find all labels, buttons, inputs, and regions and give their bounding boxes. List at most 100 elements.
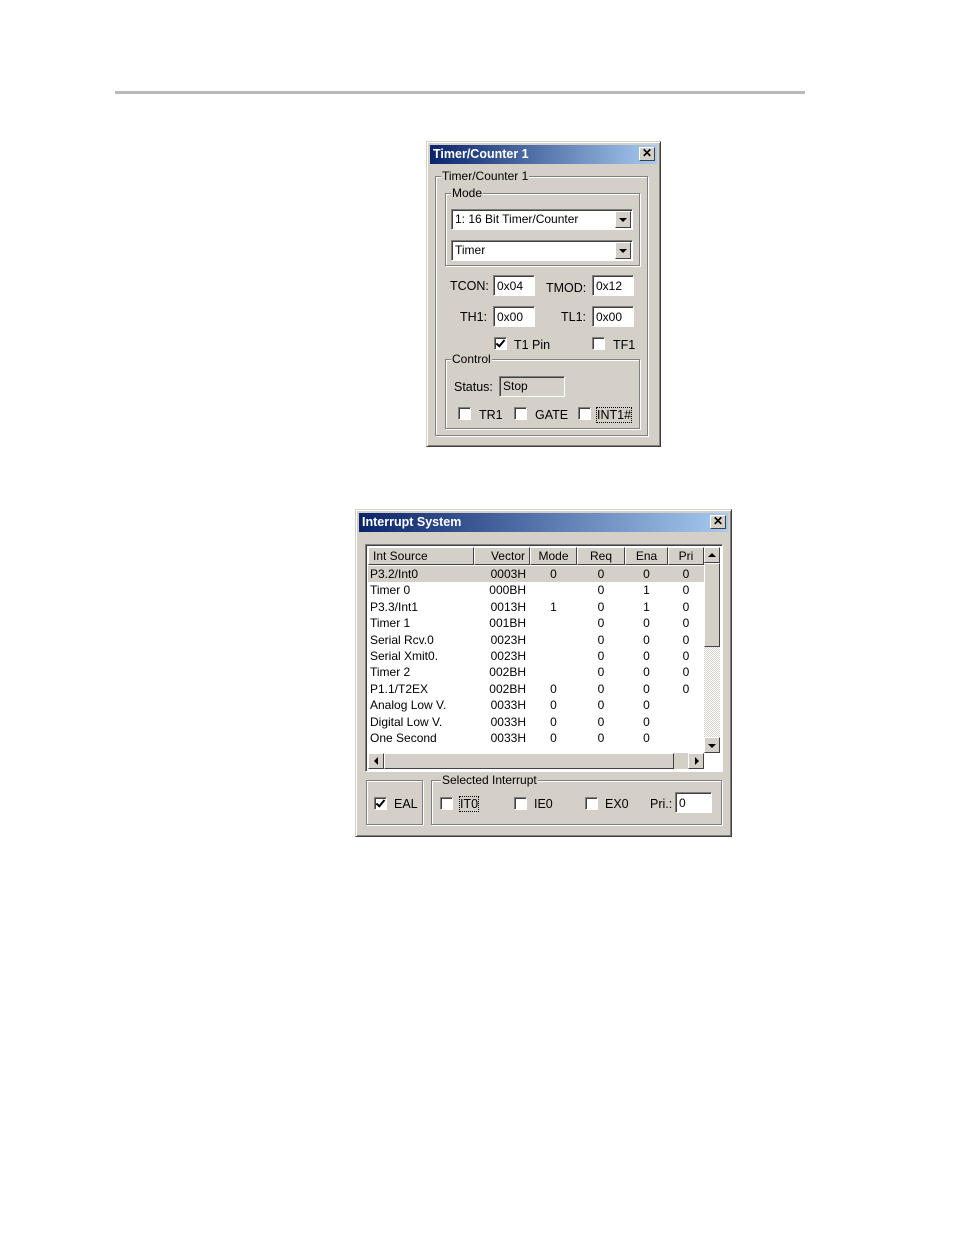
vertical-scroll-thumb[interactable] [704, 563, 720, 647]
pri-field[interactable] [675, 792, 712, 813]
cell-pri: 0 [682, 567, 690, 581]
ex0-checkbox[interactable] [585, 797, 598, 810]
dialog-title: Timer/Counter 1 [433, 147, 529, 161]
int1-label: INT1# [595, 407, 633, 423]
column-header-req[interactable]: Req [577, 547, 625, 565]
mode-group: Mode 1: 16 Bit Timer/Counter Timer [445, 186, 640, 266]
dialog-title: Interrupt System [362, 515, 462, 529]
cell-ena: 0 [643, 649, 650, 663]
mode-group-label: Mode [451, 186, 484, 200]
close-button[interactable]: ✕ [639, 147, 655, 161]
tl1-field[interactable] [592, 306, 634, 327]
close-button[interactable]: ✕ [710, 515, 726, 529]
cell-source: Serial Rcv.0 [370, 632, 434, 647]
column-header-pri[interactable]: Pri [668, 547, 704, 565]
scroll-down-button[interactable] [704, 737, 720, 753]
mode-select-value: 1: 16 Bit Timer/Counter [455, 212, 579, 226]
tf1-label: TF1 [613, 338, 636, 352]
scroll-up-button[interactable] [704, 547, 720, 563]
cell-mode: 0 [550, 731, 557, 745]
table-row[interactable]: Serial Rcv.0 0023H 0 0 0 [368, 632, 704, 648]
ie0-checkbox[interactable] [514, 797, 527, 810]
it0-checkbox[interactable] [440, 797, 453, 810]
cell-pri: 0 [682, 599, 690, 614]
horizontal-scroll-thumb[interactable] [384, 753, 674, 769]
table-row[interactable]: Serial Xmit0. 0023H 0 0 0 [368, 648, 704, 664]
cell-source: P3.3/Int1 [370, 599, 419, 614]
cell-req: 0 [597, 632, 605, 647]
eal-group: EAL [366, 780, 423, 825]
status-field: Stop [499, 376, 565, 397]
status-label: Status: [454, 380, 493, 394]
table-row[interactable]: Timer 2 002BH 0 0 0 [368, 664, 704, 680]
cell-source: P1.1/T2EX [370, 681, 429, 696]
cell-req: 0 [597, 599, 605, 614]
cell-mode: 0 [550, 714, 557, 729]
table-row[interactable]: Timer 0 000BH 0 1 0 [368, 582, 704, 598]
type-select[interactable]: Timer [451, 240, 633, 261]
table-row[interactable]: Timer 1 001BH 0 0 0 [368, 615, 704, 631]
cell-req: 0 [597, 681, 605, 696]
cell-vector: 0003H [490, 567, 526, 581]
table-row[interactable]: P3.3/Int1 0013H 1 0 1 0 [368, 599, 704, 615]
tmod-field[interactable] [592, 275, 634, 296]
cell-ena: 0 [643, 567, 650, 581]
column-header-vector[interactable]: Vector [474, 547, 530, 565]
scroll-right-button[interactable] [688, 753, 704, 769]
cell-vector: 0033H [490, 698, 526, 713]
arrow-right-icon [695, 757, 699, 765]
title-bar[interactable]: Timer/Counter 1 ✕ [430, 145, 657, 164]
gate-checkbox[interactable] [514, 407, 527, 420]
selected-interrupt-label: Selected Interrupt [441, 773, 538, 787]
ie0-label: IE0 [534, 797, 553, 811]
cell-mode: 0 [550, 681, 557, 696]
title-bar[interactable]: Interrupt System ✕ [359, 513, 728, 532]
cell-vector: 001BH [489, 616, 526, 631]
horizontal-scrollbar[interactable] [368, 753, 704, 769]
group-label: Timer/Counter 1 [441, 169, 530, 183]
interrupt-list[interactable]: Int Source Vector Mode Req Ena Pri P3.2/… [365, 544, 723, 772]
tcon-field[interactable] [493, 275, 535, 296]
tf1-checkbox[interactable] [592, 337, 605, 350]
cell-ena: 0 [643, 714, 650, 729]
cell-ena: 1 [643, 583, 650, 598]
cell-ena: 0 [643, 665, 650, 680]
type-dropdown-button[interactable] [615, 242, 631, 259]
cell-req: 0 [597, 714, 605, 729]
table-row[interactable]: One Second 0033H 0 0 0 [368, 730, 704, 746]
cell-ena: 1 [643, 599, 650, 614]
t1-pin-checkbox[interactable] [494, 337, 507, 350]
column-header-mode[interactable]: Mode [530, 547, 577, 565]
table-row[interactable]: Digital Low V. 0033H 0 0 0 [368, 714, 704, 730]
t1-pin-label: T1 Pin [514, 338, 551, 352]
table-row[interactable]: Analog Low V. 0033H 0 0 0 [368, 697, 704, 713]
column-header-ena[interactable]: Ena [625, 547, 668, 565]
column-header-int-source[interactable]: Int Source [368, 547, 474, 565]
cell-vector: 0033H [490, 714, 526, 729]
mode-dropdown-button[interactable] [615, 211, 631, 228]
th1-label: TH1: [460, 310, 488, 324]
chevron-down-icon [619, 218, 627, 222]
tr1-checkbox[interactable] [458, 407, 471, 420]
interrupt-system-dialog: Interrupt System ✕ Int Source Vector Mod… [355, 509, 732, 837]
table-row[interactable]: P3.2/Int0 0003H 0 0 0 0 [368, 566, 704, 582]
vertical-scrollbar[interactable] [704, 547, 720, 753]
cell-vector: 0023H [490, 632, 526, 647]
control-group-label: Control [451, 352, 492, 366]
cell-vector: 0013H [490, 599, 526, 614]
table-row[interactable]: P1.1/T2EX 002BH 0 0 0 0 [368, 681, 704, 697]
cell-vector: 000BH [489, 583, 526, 598]
it0-label: IT0 [458, 796, 480, 812]
int1-checkbox[interactable] [578, 407, 591, 420]
cell-pri: 0 [682, 665, 690, 680]
arrow-down-icon [708, 744, 716, 748]
eal-checkbox[interactable] [374, 797, 387, 810]
status-value: Stop [503, 379, 528, 393]
close-icon: ✕ [641, 146, 653, 160]
cell-ena: 0 [643, 698, 650, 713]
scroll-left-button[interactable] [368, 753, 384, 769]
mode-select[interactable]: 1: 16 Bit Timer/Counter [451, 209, 633, 230]
th1-field[interactable] [493, 306, 535, 327]
tcon-label: TCON: [450, 279, 489, 293]
cell-pri: 0 [682, 632, 690, 647]
